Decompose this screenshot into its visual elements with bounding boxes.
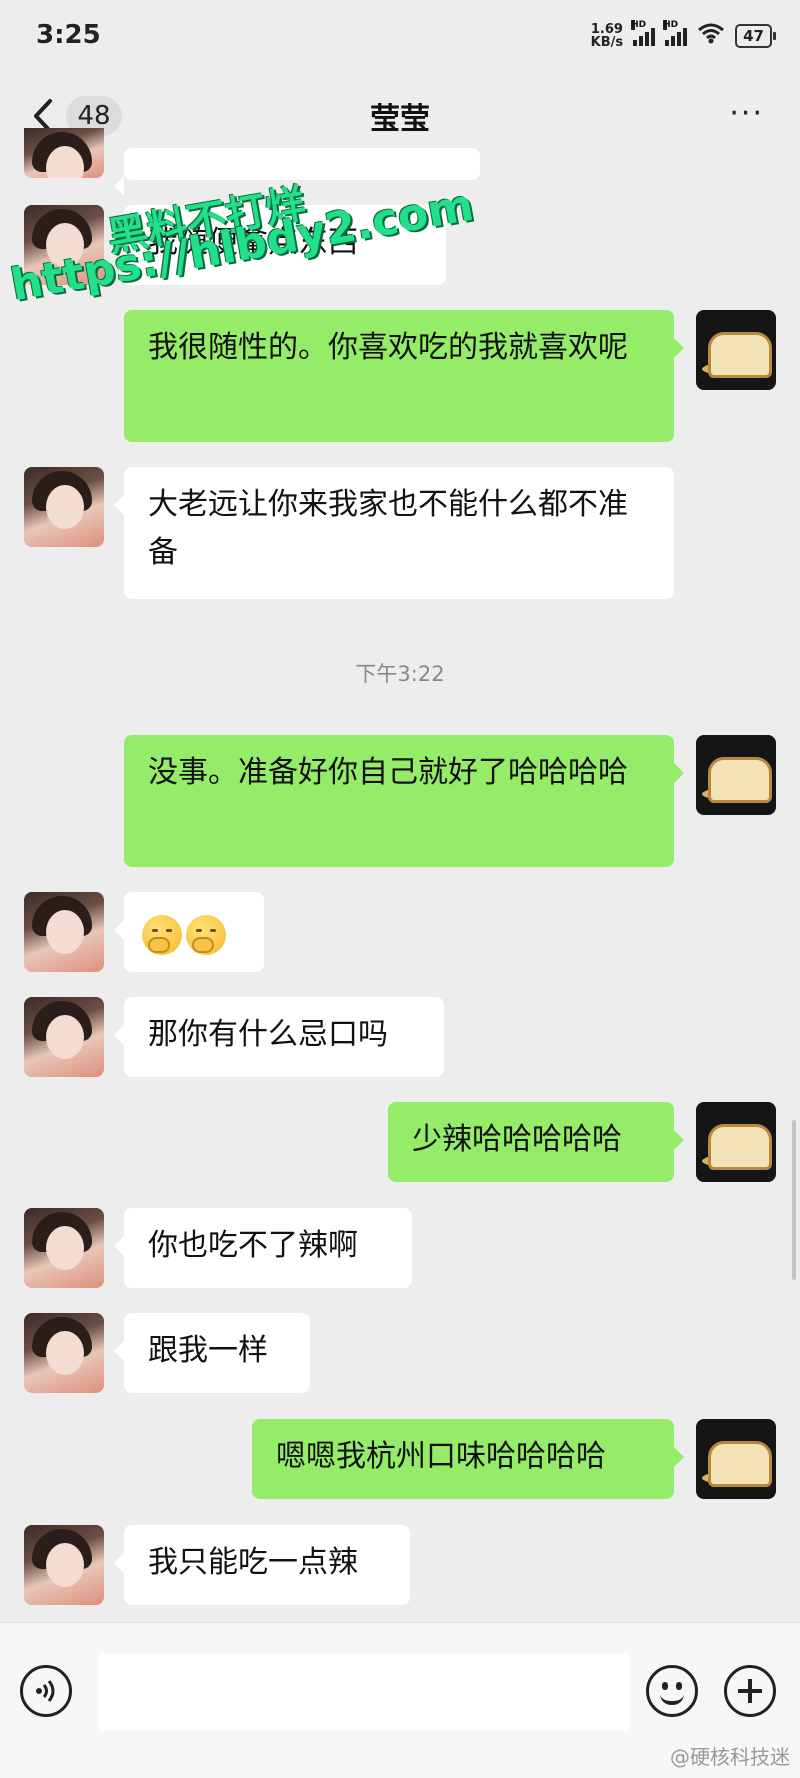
contact-avatar[interactable]: [24, 1525, 104, 1605]
message-timestamp: 下午3:22: [355, 662, 445, 686]
network-speed: 1.69 KB/s: [590, 22, 624, 50]
weibo-watermark: @硬核科技迷: [670, 1745, 790, 1769]
message-bubble-outgoing[interactable]: 我很随性的。你喜欢吃的我就喜欢呢: [124, 310, 684, 442]
message-bubble-outgoing[interactable]: 嗯嗯我杭州口味哈哈哈哈: [252, 1419, 684, 1499]
contact-avatar[interactable]: [24, 997, 104, 1077]
contact-avatar[interactable]: [24, 128, 104, 178]
my-avatar[interactable]: [696, 1102, 776, 1182]
shy-face-emoji-icon: [186, 914, 226, 955]
emoji-button[interactable]: [646, 1665, 698, 1717]
status-time: 3:25: [36, 20, 101, 50]
shy-face-emoji-icon: [142, 914, 182, 955]
message-bubble-incoming[interactable]: 我只能吃一点辣: [114, 1525, 410, 1605]
message-bubble-incoming-emoji[interactable]: [114, 892, 264, 972]
message-bubble-incoming[interactable]: [114, 148, 480, 196]
more-options-icon[interactable]: ···: [729, 96, 764, 131]
status-icons: 1.69 KB/s HD HD 47: [590, 20, 776, 50]
chat-title: 莹莹: [370, 102, 430, 137]
contact-avatar[interactable]: [24, 467, 104, 547]
voice-icon: [36, 1680, 55, 1702]
message-text-input[interactable]: [98, 1653, 630, 1731]
scroll-indicator[interactable]: [792, 1120, 796, 1280]
my-avatar[interactable]: [696, 1419, 776, 1499]
contact-avatar[interactable]: [24, 892, 104, 972]
battery-indicator: 47: [735, 24, 776, 48]
my-avatar[interactable]: [696, 735, 776, 815]
message-bubble-outgoing[interactable]: 没事。准备好你自己就好了哈哈哈哈: [124, 735, 684, 867]
message-bubble-incoming[interactable]: 那你有什么忌口吗: [114, 997, 444, 1077]
more-functions-plus-button[interactable]: [724, 1665, 776, 1717]
message-bubble-outgoing[interactable]: 少辣哈哈哈哈哈: [388, 1102, 684, 1182]
chat-header: 48 莹莹 ···: [0, 76, 800, 156]
input-bar: @硬核科技迷: [0, 1622, 800, 1778]
message-bubble-incoming[interactable]: 跟我一样: [114, 1313, 310, 1393]
status-bar: 3:25 1.69 KB/s HD HD 47: [0, 0, 800, 76]
contact-avatar[interactable]: [24, 1313, 104, 1393]
message-bubble-incoming[interactable]: 你也吃不了辣啊: [114, 1208, 412, 1288]
signal-icon: HD: [631, 20, 656, 46]
my-avatar[interactable]: [696, 310, 776, 390]
message-bubble-incoming[interactable]: 大老远让你来我家也不能什么都不准备: [114, 467, 674, 599]
contact-avatar[interactable]: [24, 1208, 104, 1288]
signal-icon-2: HD: [663, 20, 688, 46]
voice-input-button[interactable]: [20, 1665, 72, 1717]
wifi-icon: [697, 22, 725, 50]
